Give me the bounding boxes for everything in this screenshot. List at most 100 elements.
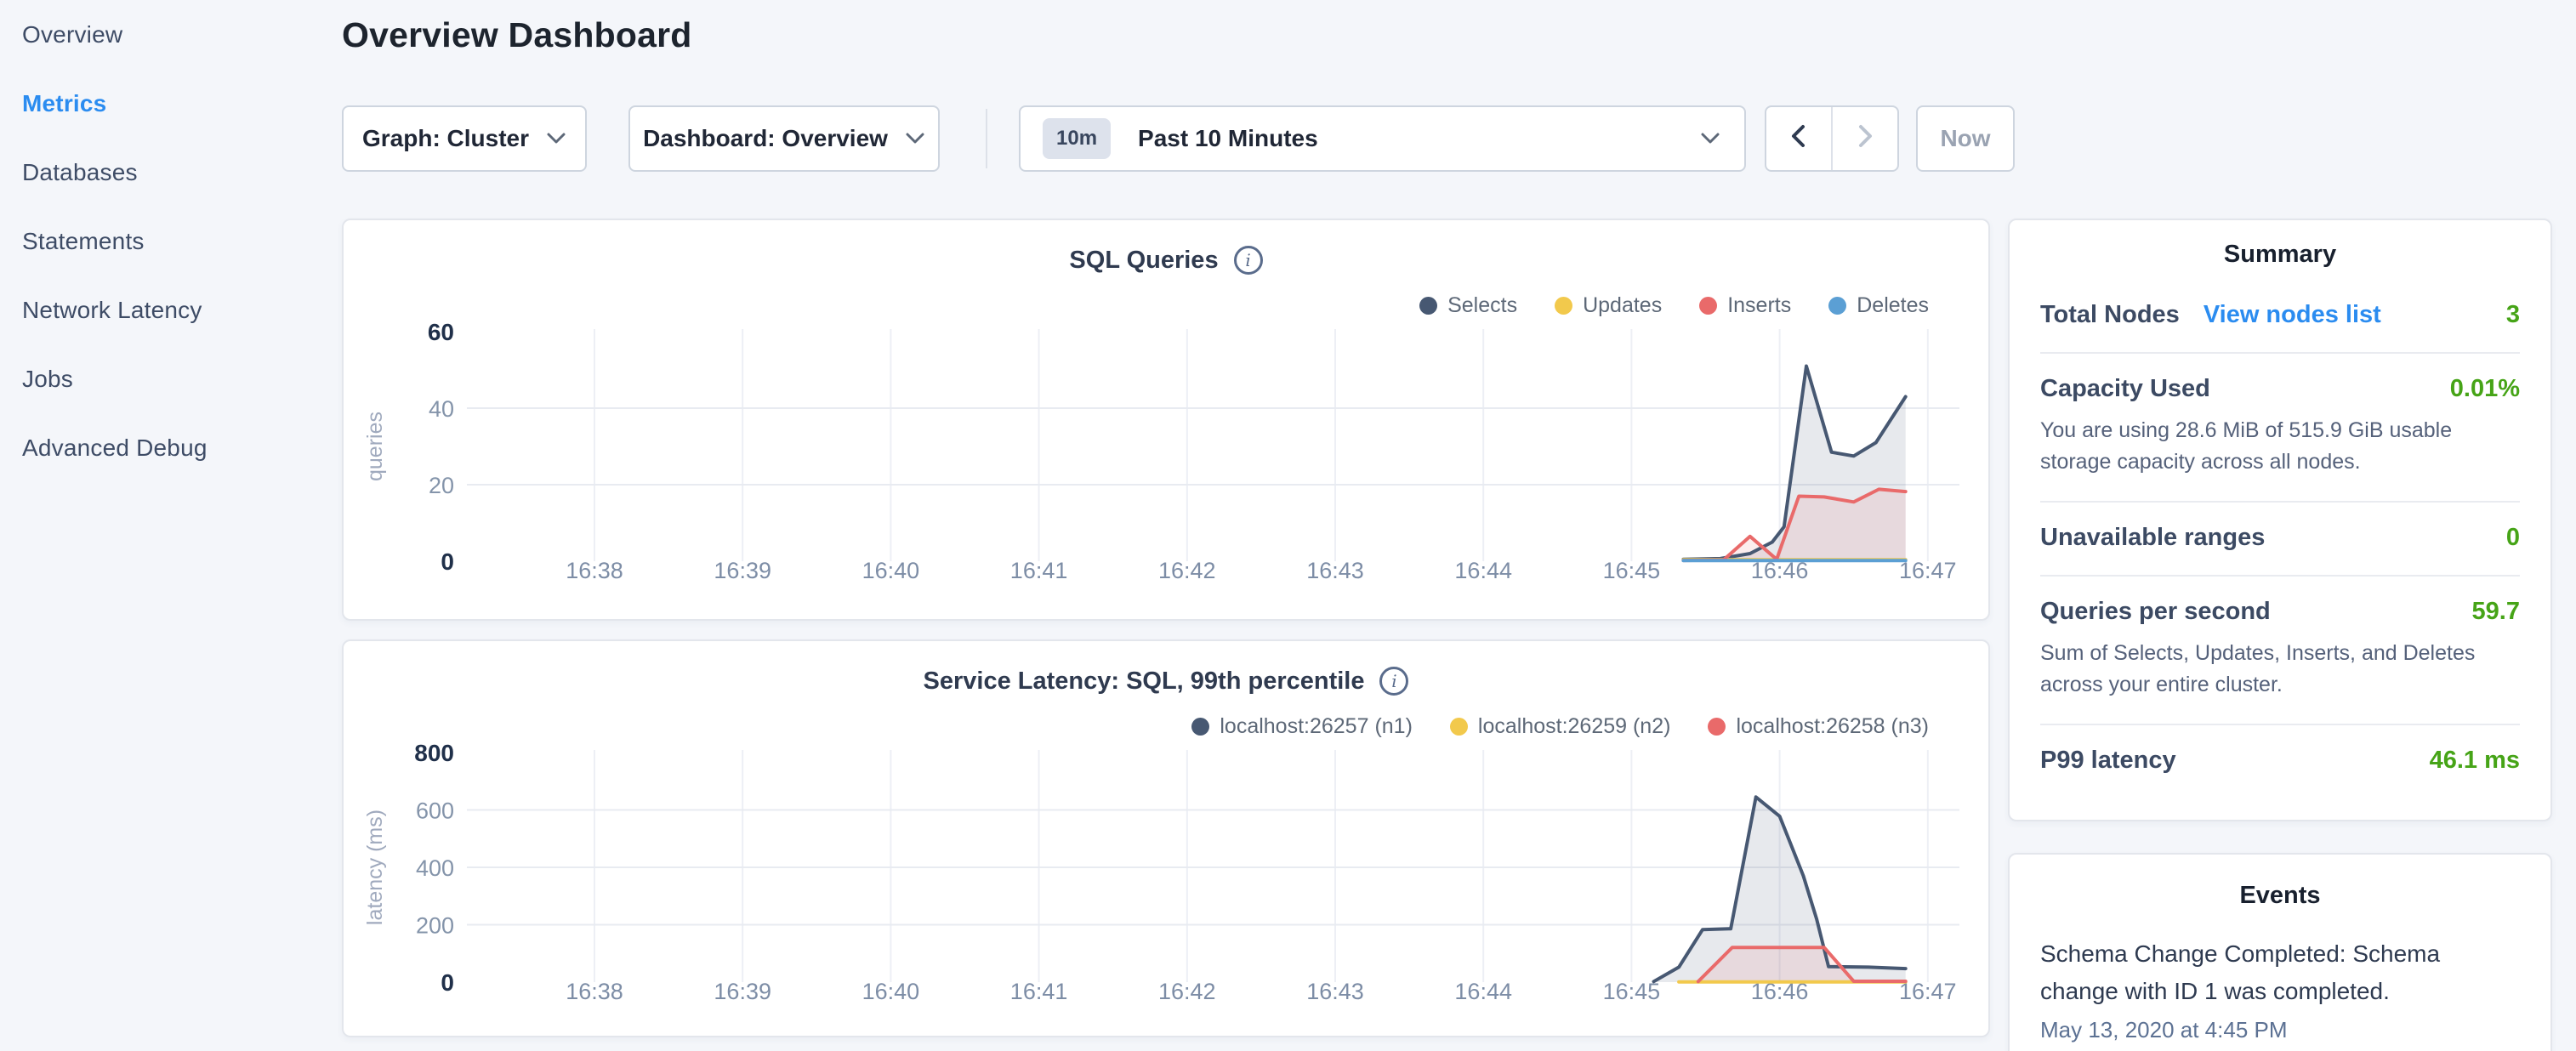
legend-label: localhost:26258 (n3) xyxy=(1736,714,1929,739)
sidebar-item-metrics[interactable]: Metrics xyxy=(0,69,332,138)
svg-text:16:43: 16:43 xyxy=(1306,558,1364,583)
svg-text:16:40: 16:40 xyxy=(862,979,920,1004)
svg-text:16:43: 16:43 xyxy=(1306,979,1364,1004)
svg-text:16:47: 16:47 xyxy=(1899,979,1957,1004)
legend-item: localhost:26258 (n3) xyxy=(1708,714,1929,739)
svg-text:16:44: 16:44 xyxy=(1454,558,1512,583)
chart-title: SQL Queries xyxy=(1069,247,1218,275)
legend-item: Updates xyxy=(1555,293,1662,318)
svg-text:16:42: 16:42 xyxy=(1158,979,1216,1004)
sidebar-item-jobs[interactable]: Jobs xyxy=(0,344,332,413)
chevron-left-icon xyxy=(1788,123,1810,155)
svg-text:queries: queries xyxy=(363,412,387,481)
legend-label: Updates xyxy=(1583,293,1662,318)
event-list-item: Schema Change Completed: Schema change w… xyxy=(2040,935,2520,1043)
legend-item: Deletes xyxy=(1828,293,1929,318)
chevron-down-icon xyxy=(546,131,566,146)
page-title: Overview Dashboard xyxy=(342,15,691,55)
sql-queries-chart-card: 16:3816:3916:4016:4116:4216:4316:4416:45… xyxy=(342,219,1990,621)
svg-text:800: 800 xyxy=(414,740,454,766)
now-button-label: Now xyxy=(1940,125,1990,152)
chevron-down-icon xyxy=(1700,131,1720,146)
legend-dot-icon xyxy=(1555,297,1572,315)
view-nodes-list-link[interactable]: View nodes list xyxy=(2204,301,2381,329)
svg-text:16:38: 16:38 xyxy=(566,979,623,1004)
summary-section-capacity: Capacity Used 0.01% You are using 28.6 M… xyxy=(2040,354,2520,503)
svg-text:16:39: 16:39 xyxy=(714,558,771,583)
capacity-used-value: 0.01% xyxy=(2450,375,2520,403)
summary-section-unavailable-ranges: Unavailable ranges 0 xyxy=(2040,503,2520,577)
summary-section-p99: P99 latency 46.1 ms xyxy=(2040,725,2520,798)
chevron-down-icon xyxy=(905,131,925,146)
graph-scope-dropdown[interactable]: Graph: Cluster xyxy=(342,105,587,172)
events-panel: Events Schema Change Completed: Schema c… xyxy=(2008,853,2552,1051)
sidebar-item-databases[interactable]: Databases xyxy=(0,138,332,207)
summary-panel: Summary Total Nodes View nodes list 3 Ca… xyxy=(2008,219,2552,821)
svg-text:16:40: 16:40 xyxy=(862,558,920,583)
svg-text:latency (ms): latency (ms) xyxy=(363,810,387,925)
svg-text:20: 20 xyxy=(429,473,454,498)
chart-legend: Selects Updates Inserts Deletes xyxy=(1419,293,1929,318)
capacity-used-label: Capacity Used xyxy=(2040,375,2210,403)
graph-scope-dropdown-label: Graph: Cluster xyxy=(362,125,529,152)
sidebar-item-network-latency[interactable]: Network Latency xyxy=(0,276,332,344)
legend-dot-icon xyxy=(1828,297,1846,315)
legend-label: localhost:26259 (n2) xyxy=(1478,714,1671,739)
total-nodes-label: Total Nodes xyxy=(2040,301,2180,329)
svg-text:16:44: 16:44 xyxy=(1454,979,1512,1004)
svg-text:16:45: 16:45 xyxy=(1603,558,1661,583)
legend-item: localhost:26257 (n1) xyxy=(1191,714,1413,739)
sidebar-item-statements[interactable]: Statements xyxy=(0,207,332,276)
dashboard-dropdown-label: Dashboard: Overview xyxy=(643,125,888,152)
svg-text:16:41: 16:41 xyxy=(1010,979,1068,1004)
p99-latency-label: P99 latency xyxy=(2040,747,2176,775)
legend-dot-icon xyxy=(1191,718,1209,736)
legend-item: Inserts xyxy=(1699,293,1791,318)
legend-label: Deletes xyxy=(1857,293,1929,318)
legend-dot-icon xyxy=(1708,718,1726,736)
app-root: OverviewMetricsDatabasesStatementsNetwor… xyxy=(0,0,2576,1051)
now-button[interactable]: Now xyxy=(1916,105,2015,172)
legend-item: localhost:26259 (n2) xyxy=(1450,714,1671,739)
time-range-label: Past 10 Minutes xyxy=(1138,125,1318,152)
service-latency-chart-card: 16:38 16:39 16:40 16:41 16:42 16:43 16:44 16:45… xyxy=(342,639,1990,1037)
summary-section-total-nodes: Total Nodes View nodes list 3 xyxy=(2040,269,2520,354)
p99-latency-value: 46.1 ms xyxy=(2430,747,2520,775)
previous-time-window-button[interactable] xyxy=(1766,107,1831,170)
capacity-used-description: You are using 28.6 MiB of 515.9 GiB usab… xyxy=(2040,415,2520,478)
sql-queries-chart[interactable]: 16:3816:3916:4016:4116:4216:4316:4416:45… xyxy=(344,220,1992,619)
sidebar: OverviewMetricsDatabasesStatementsNetwor… xyxy=(0,0,332,1051)
info-icon[interactable]: i xyxy=(1234,246,1263,275)
legend-item: Selects xyxy=(1419,293,1517,318)
chart-legend: localhost:26257 (n1) localhost:26259 (n2)… xyxy=(1191,714,1929,739)
unavailable-ranges-label: Unavailable ranges xyxy=(2040,524,2265,552)
sidebar-item-advanced-debug[interactable]: Advanced Debug xyxy=(0,413,332,482)
unavailable-ranges-value: 0 xyxy=(2506,524,2520,552)
controls-divider xyxy=(986,109,987,168)
svg-text:40: 40 xyxy=(429,396,454,422)
legend-dot-icon xyxy=(1450,718,1468,736)
svg-text:0: 0 xyxy=(441,969,454,996)
svg-text:0: 0 xyxy=(441,548,454,575)
legend-label: Selects xyxy=(1447,293,1517,318)
next-time-window-button[interactable] xyxy=(1833,107,1897,170)
summary-section-qps: Queries per second 59.7 Sum of Selects, … xyxy=(2040,577,2520,725)
svg-text:16:39: 16:39 xyxy=(714,979,771,1004)
dashboard-dropdown[interactable]: Dashboard: Overview xyxy=(628,105,940,172)
time-window-pager xyxy=(1765,105,1899,172)
service-latency-chart[interactable]: 16:38 16:39 16:40 16:41 16:42 16:43 16:44 16:45… xyxy=(344,641,1992,1036)
legend-label: localhost:26257 (n1) xyxy=(1220,714,1413,739)
sidebar-item-overview[interactable]: Overview xyxy=(0,0,332,69)
svg-text:16:42: 16:42 xyxy=(1158,558,1216,583)
info-icon[interactable]: i xyxy=(1379,667,1408,696)
svg-text:200: 200 xyxy=(416,913,454,939)
svg-text:16:47: 16:47 xyxy=(1899,558,1957,583)
chart-title: Service Latency: SQL, 99th percentile xyxy=(924,668,1365,696)
queries-per-second-label: Queries per second xyxy=(2040,598,2271,626)
time-range-dropdown[interactable]: 10m Past 10 Minutes xyxy=(1019,105,1746,172)
events-heading: Events xyxy=(2040,882,2520,910)
event-text: Schema Change Completed: Schema change w… xyxy=(2040,935,2520,1010)
svg-text:60: 60 xyxy=(428,319,454,345)
svg-text:16:45: 16:45 xyxy=(1603,979,1661,1004)
time-range-badge: 10m xyxy=(1043,118,1111,159)
